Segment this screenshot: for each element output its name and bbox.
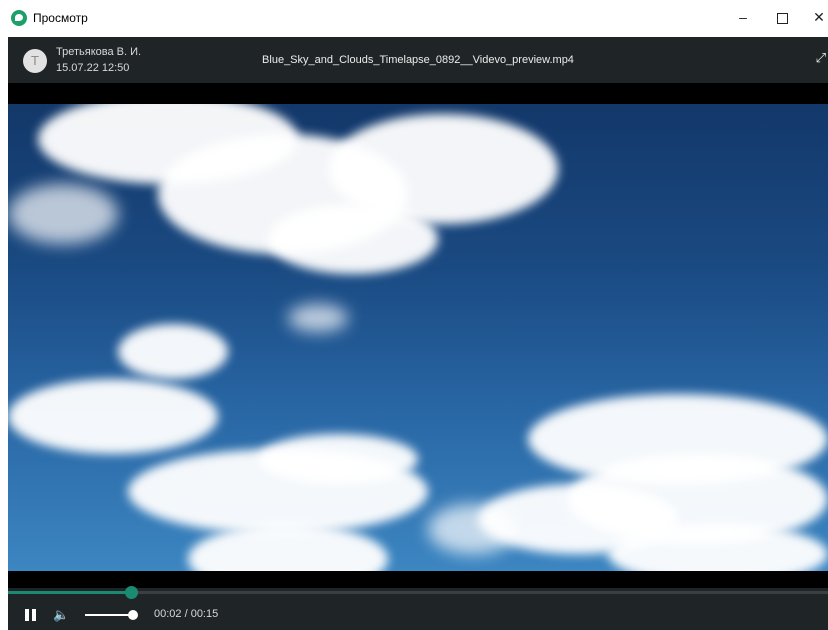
progress-handle[interactable] bbox=[125, 586, 138, 599]
pause-button[interactable] bbox=[25, 609, 37, 621]
close-button[interactable]: ✕ bbox=[808, 6, 828, 28]
window-title: Просмотр bbox=[33, 11, 88, 25]
video-frame[interactable] bbox=[8, 104, 828, 571]
maximize-icon bbox=[776, 12, 788, 24]
media-viewer: Т Третьякова В. И. 15.07.22 12:50 Blue_S… bbox=[8, 37, 828, 630]
volume-handle[interactable] bbox=[128, 610, 138, 620]
viewer-header: Т Третьякова В. И. 15.07.22 12:50 Blue_S… bbox=[8, 37, 828, 83]
app-logo-icon bbox=[11, 10, 27, 26]
volume-icon[interactable]: 🔈 bbox=[53, 607, 69, 623]
window-titlebar: Просмотр – ✕ bbox=[0, 0, 828, 37]
minimize-button[interactable]: – bbox=[732, 6, 754, 28]
volume-slider[interactable] bbox=[85, 610, 138, 620]
progress-fill bbox=[8, 591, 131, 594]
file-name: Blue_Sky_and_Clouds_Timelapse_0892__Vide… bbox=[262, 54, 574, 66]
time-display: 00:02 / 00:15 bbox=[154, 608, 219, 620]
fullscreen-icon[interactable]: ⤢ bbox=[816, 50, 826, 66]
progress-bar[interactable] bbox=[8, 586, 828, 599]
pause-icon bbox=[25, 609, 29, 621]
player-controls: 🔈 00:02 / 00:15 bbox=[8, 586, 828, 630]
maximize-button[interactable] bbox=[771, 6, 793, 28]
